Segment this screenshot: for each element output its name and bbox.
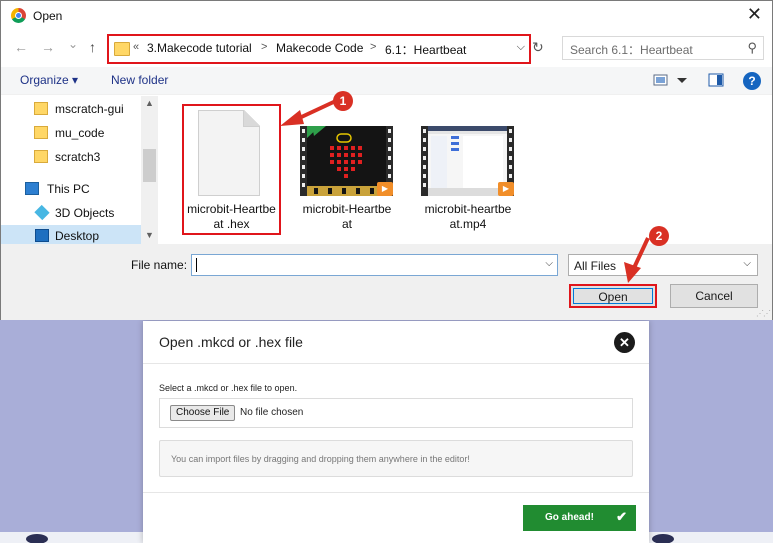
annotation-arrow-2: [631, 237, 650, 271]
go-ahead-button[interactable]: Go ahead! ✔: [523, 505, 636, 531]
modal-description: Select a .mkcd or .hex file to open.: [159, 383, 298, 393]
file-input[interactable]: Choose File No file chosen: [159, 398, 633, 428]
close-icon[interactable]: ✕: [614, 332, 635, 353]
modal-divider: [143, 492, 649, 493]
step-badge-1: 1: [333, 91, 353, 111]
decor-shape: [26, 534, 48, 543]
go-ahead-label: Go ahead!: [545, 512, 594, 523]
annotation-arrowhead-2: [624, 262, 641, 283]
decor-shape: [652, 534, 674, 543]
choose-file-button[interactable]: Choose File: [170, 405, 236, 421]
annotation-arrowhead-1: [280, 110, 304, 126]
step-badge-2: 2: [649, 226, 669, 246]
modal-title: Open .mkcd or .hex file: [159, 334, 303, 350]
drop-hint-text: You can import files by dragging and dro…: [171, 454, 470, 464]
import-file-modal: Open .mkcd or .hex file ✕ Select a .mkcd…: [143, 321, 649, 543]
checkmark-icon: ✔: [616, 509, 627, 524]
drop-hint: You can import files by dragging and dro…: [159, 440, 633, 477]
modal-header: Open .mkcd or .hex file ✕: [143, 321, 649, 364]
annotation-arrows: [280, 97, 650, 283]
no-file-label: No file chosen: [240, 407, 304, 418]
